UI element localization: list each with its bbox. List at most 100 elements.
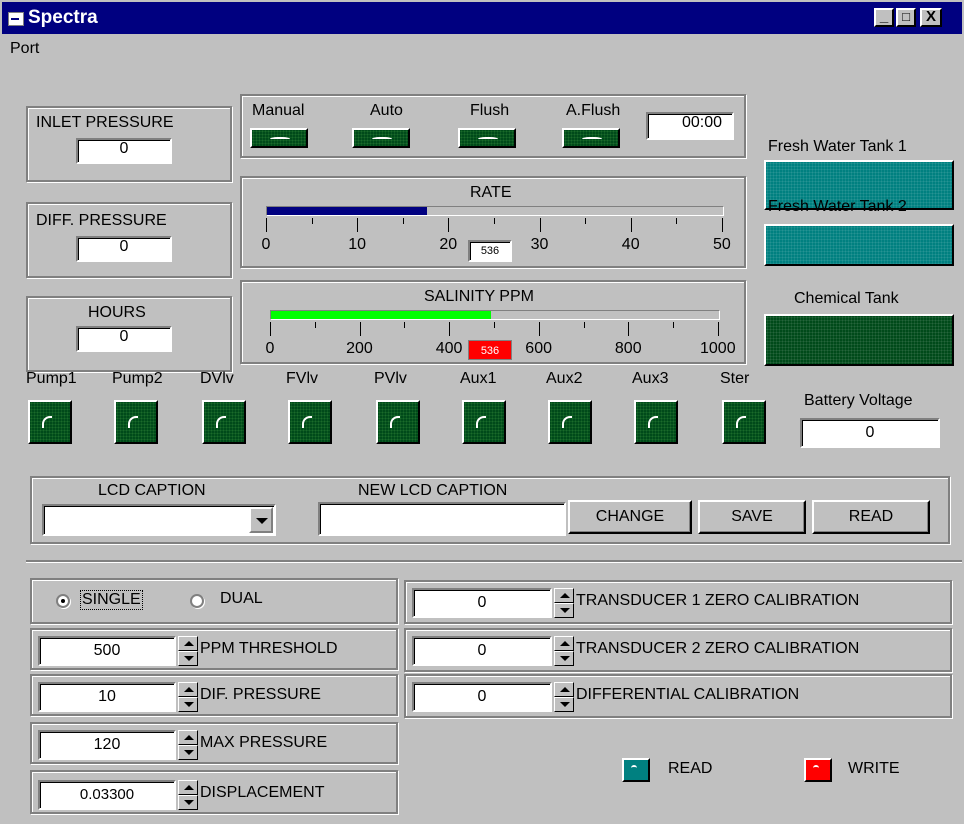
dif-pressure-spinner[interactable]	[178, 682, 198, 712]
output-label-aux1: Aux1	[460, 370, 497, 387]
output-label-dvlv: DVlv	[200, 370, 234, 387]
mode-auto-label: Auto	[370, 102, 403, 119]
mode-radio-group: SINGLE DUAL	[30, 578, 398, 624]
close-button[interactable]: X	[920, 8, 942, 27]
diff-pressure-value: 0	[76, 236, 172, 262]
salinity-title: SALINITY PPM	[424, 288, 534, 305]
lcd-caption-dropdown[interactable]	[42, 504, 276, 536]
output-indicator-aux1[interactable]	[462, 400, 506, 444]
hours-value: 0	[76, 326, 172, 352]
scale-major-tick	[718, 322, 719, 336]
scale-major-tick	[357, 218, 359, 232]
read-indicator-label: READ	[668, 760, 713, 777]
read-lcd-button[interactable]: READ	[812, 500, 930, 534]
transducer-2-input[interactable]: 0	[412, 636, 552, 666]
inlet-pressure-label: INLET PRESSURE	[36, 114, 174, 131]
max-pressure-spinner[interactable]	[178, 730, 198, 760]
scale-minor-tick	[583, 322, 585, 328]
salinity-value: 536	[468, 340, 512, 360]
output-indicator-pvlv[interactable]	[376, 400, 420, 444]
minimize-button[interactable]: _	[874, 8, 894, 27]
battery-voltage-label: Battery Voltage	[804, 392, 913, 409]
title-bar[interactable]: Spectra _ □ X	[2, 2, 962, 34]
scale-minor-tick	[673, 322, 675, 328]
scale-major-tick	[359, 322, 361, 336]
scale-tick-label: 0	[265, 340, 275, 357]
dif-pressure-label: DIF. PRESSURE	[200, 686, 321, 703]
save-button[interactable]: SAVE	[698, 500, 806, 534]
ppm-threshold-spinner[interactable]	[178, 636, 198, 666]
transducer-2-spinner[interactable]	[554, 636, 574, 666]
transducer-1-input[interactable]: 0	[412, 588, 552, 618]
write-indicator	[804, 758, 832, 782]
scale-major-tick	[630, 218, 632, 232]
write-indicator-label: WRITE	[848, 760, 900, 777]
ppm-threshold-input[interactable]: 500	[38, 636, 176, 666]
scale-tick-label: 600	[525, 340, 552, 357]
scale-major-tick	[538, 322, 540, 336]
mode-manual-label: Manual	[252, 102, 305, 119]
rate-bar-fill	[267, 207, 427, 215]
differential-calibration-spinner[interactable]	[554, 682, 574, 712]
output-indicator-fvlv[interactable]	[288, 400, 332, 444]
scale-minor-tick	[404, 322, 406, 328]
output-indicator-pump1[interactable]	[28, 400, 72, 444]
salinity-bar-fill	[271, 311, 491, 319]
ppm-threshold-row: 500 PPM THRESHOLD	[30, 628, 398, 670]
output-indicator-ster[interactable]	[722, 400, 766, 444]
dual-radio-label[interactable]: DUAL	[220, 590, 263, 608]
scale-minor-tick	[676, 218, 678, 224]
menu-port[interactable]: Port	[10, 40, 39, 58]
max-pressure-input[interactable]: 120	[38, 730, 176, 760]
scale-major-tick	[539, 218, 541, 232]
new-lcd-caption-label: NEW LCD CAPTION	[358, 482, 508, 499]
single-radio-label[interactable]: SINGLE	[80, 590, 143, 610]
chemical-tank-label: Chemical Tank	[794, 290, 899, 307]
rate-title: RATE	[470, 184, 512, 201]
dual-radio[interactable]	[190, 594, 204, 608]
salinity-bar	[270, 310, 720, 320]
new-lcd-caption-input[interactable]	[318, 502, 566, 536]
dif-pressure-input[interactable]: 10	[38, 682, 176, 712]
mode-manual-indicator[interactable]	[250, 128, 308, 148]
scale-tick-label: 1000	[700, 340, 736, 357]
output-label-aux2: Aux2	[546, 370, 583, 387]
displacement-input[interactable]: 0.03300	[38, 780, 176, 810]
mode-auto-indicator[interactable]	[352, 128, 410, 148]
output-indicator-aux3[interactable]	[634, 400, 678, 444]
transducer-1-label: TRANSDUCER 1 ZERO CALIBRATION	[576, 592, 860, 609]
mode-flush-indicator[interactable]	[458, 128, 516, 148]
change-button[interactable]: CHANGE	[568, 500, 692, 534]
displacement-label: DISPLACEMENT	[200, 784, 325, 801]
output-indicator-aux2[interactable]	[548, 400, 592, 444]
app-icon	[8, 12, 24, 26]
output-indicator-dvlv[interactable]	[202, 400, 246, 444]
chevron-down-icon[interactable]	[249, 507, 273, 533]
scale-tick-label: 400	[435, 340, 463, 357]
output-label-ster: Ster	[720, 370, 750, 387]
scale-major-tick	[448, 218, 450, 232]
dif-pressure-row: 10 DIF. PRESSURE	[30, 674, 398, 716]
output-label-pump1: Pump1	[26, 370, 77, 387]
scale-major-tick	[270, 322, 271, 336]
scale-tick-label: 0	[261, 236, 271, 253]
scale-minor-tick	[402, 218, 404, 224]
max-pressure-row: 120 MAX PRESSURE	[30, 722, 398, 764]
scale-tick-label: 40	[621, 236, 640, 253]
displacement-row: 0.03300 DISPLACEMENT	[30, 770, 398, 814]
single-radio[interactable]	[56, 594, 70, 608]
differential-calibration-input[interactable]: 0	[412, 682, 552, 712]
lcd-caption-group: LCD CAPTION NEW LCD CAPTION CHANGE SAVE …	[30, 476, 950, 544]
scale-tick-label: 800	[614, 340, 642, 357]
mode-aflush-indicator[interactable]	[562, 128, 620, 148]
transducer-1-spinner[interactable]	[554, 588, 574, 618]
maximize-button[interactable]: □	[896, 8, 916, 27]
output-indicator-pump2[interactable]	[114, 400, 158, 444]
displacement-spinner[interactable]	[178, 780, 198, 810]
differential-calibration-row: 0 DIFFERENTIAL CALIBRATION	[404, 674, 952, 718]
scale-major-tick	[628, 322, 630, 336]
transducer-1-row: 0 TRANSDUCER 1 ZERO CALIBRATION	[404, 580, 952, 624]
output-label-aux3: Aux3	[632, 370, 669, 387]
read-indicator	[622, 758, 650, 782]
scale-minor-tick	[585, 218, 587, 224]
